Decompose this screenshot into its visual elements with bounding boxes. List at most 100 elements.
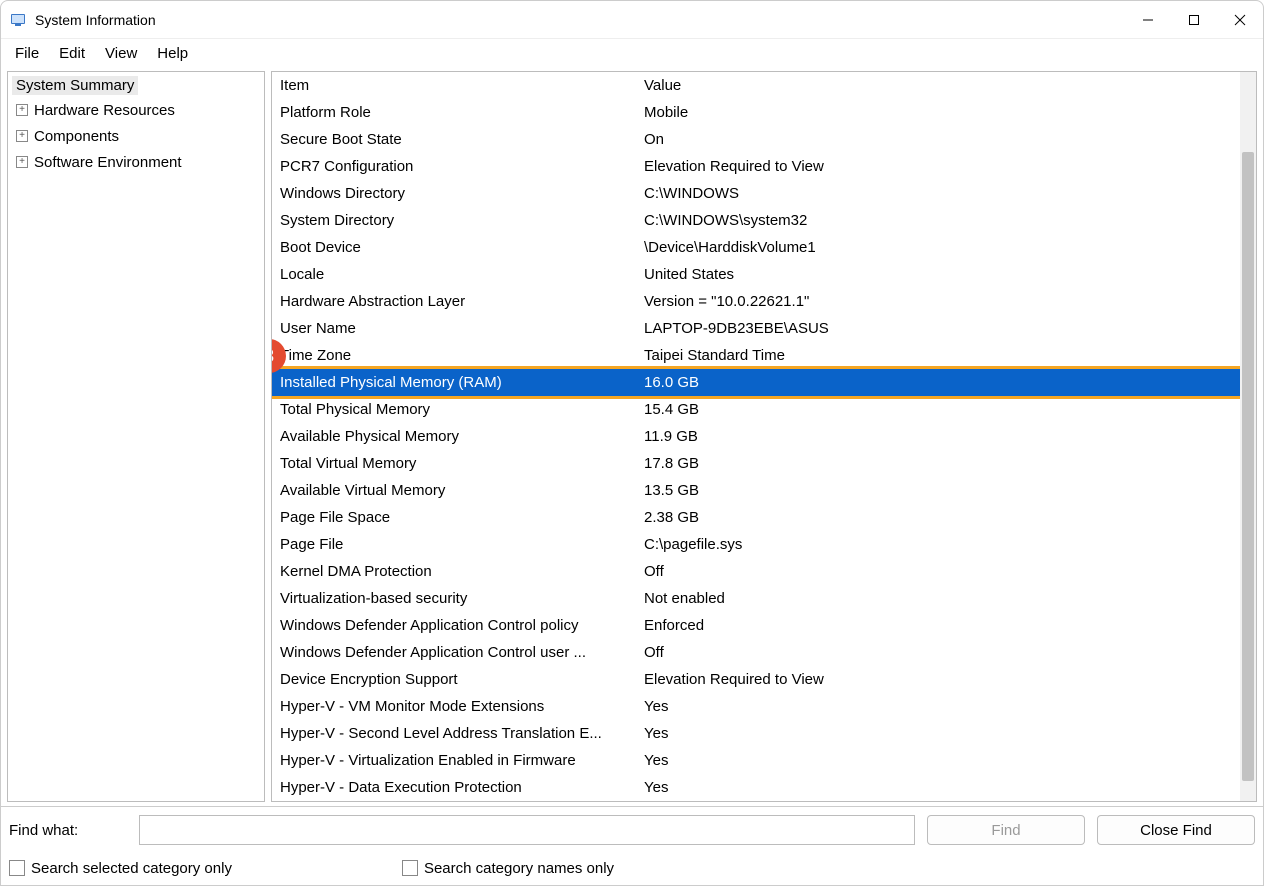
expand-icon[interactable]: + xyxy=(16,104,28,116)
table-row[interactable]: System DirectoryC:\WINDOWS\system32 xyxy=(272,207,1240,234)
table-row[interactable]: Available Virtual Memory13.5 GB xyxy=(272,477,1240,504)
vertical-scrollbar[interactable] xyxy=(1240,72,1256,801)
find-label: Find what: xyxy=(9,822,127,839)
titlebar: System Information xyxy=(1,1,1263,39)
cell-value: Elevation Required to View xyxy=(644,671,1240,688)
tree-item[interactable]: + Software Environment xyxy=(16,149,258,175)
cell-value: Yes xyxy=(644,698,1240,715)
table-row[interactable]: Installed Physical Memory (RAM)16.0 GB xyxy=(272,369,1240,396)
cell-item: Available Physical Memory xyxy=(280,428,644,445)
table-row[interactable]: Kernel DMA ProtectionOff xyxy=(272,558,1240,585)
table-row[interactable]: Page File Space2.38 GB xyxy=(272,504,1240,531)
cell-item: Hyper-V - Data Execution Protection xyxy=(280,779,644,796)
cell-value: Mobile xyxy=(644,104,1240,121)
table-row[interactable]: Hyper-V - Second Level Address Translati… xyxy=(272,720,1240,747)
table-row[interactable]: PCR7 ConfigurationElevation Required to … xyxy=(272,153,1240,180)
cell-item: User Name xyxy=(280,320,644,337)
expand-icon[interactable]: + xyxy=(16,130,28,142)
cell-item: Hardware Abstraction Layer xyxy=(280,293,644,310)
cell-item: Hyper-V - VM Monitor Mode Extensions xyxy=(280,698,644,715)
cell-item: Total Virtual Memory xyxy=(280,455,644,472)
table-row[interactable]: Hyper-V - VM Monitor Mode ExtensionsYes xyxy=(272,693,1240,720)
cell-item: Windows Directory xyxy=(280,185,644,202)
cell-item: Page File Space xyxy=(280,509,644,526)
tree-item[interactable]: +Hardware Resources xyxy=(16,97,258,123)
search-selected-category-checkbox[interactable]: Search selected category only xyxy=(9,860,232,877)
tree-item-label: Software Environment xyxy=(34,154,182,171)
menu-help[interactable]: Help xyxy=(147,41,198,66)
find-bar: Find what: Find Close Find Search select… xyxy=(1,806,1263,885)
menu-edit[interactable]: Edit xyxy=(49,41,95,66)
checkbox-icon xyxy=(9,860,25,876)
table-row[interactable]: Hyper-V - Data Execution ProtectionYes xyxy=(272,774,1240,801)
cell-value: C:\pagefile.sys xyxy=(644,536,1240,553)
window-controls xyxy=(1125,1,1263,38)
cell-value: LAPTOP-9DB23EBE\ASUS xyxy=(644,320,1240,337)
tree-item-label: Components xyxy=(34,128,119,145)
table-row[interactable]: Page FileC:\pagefile.sys xyxy=(272,531,1240,558)
cell-item: Virtualization-based security xyxy=(280,590,644,607)
find-input[interactable] xyxy=(139,815,915,845)
cell-item: Total Physical Memory xyxy=(280,401,644,418)
cell-item: Installed Physical Memory (RAM) xyxy=(280,374,644,391)
table-row[interactable]: Platform RoleMobile xyxy=(272,99,1240,126)
table-row[interactable]: Available Physical Memory11.9 GB xyxy=(272,423,1240,450)
cell-item: Kernel DMA Protection xyxy=(280,563,644,580)
cell-value: 13.5 GB xyxy=(644,482,1240,499)
table-row[interactable]: Total Virtual Memory17.8 GB xyxy=(272,450,1240,477)
close-button[interactable] xyxy=(1217,1,1263,38)
minimize-button[interactable] xyxy=(1125,1,1171,38)
expand-icon[interactable]: + xyxy=(16,156,28,168)
column-header-item[interactable]: Item xyxy=(280,77,644,94)
cell-value: Off xyxy=(644,563,1240,580)
app-icon xyxy=(9,11,27,29)
cell-item: Available Virtual Memory xyxy=(280,482,644,499)
find-button[interactable]: Find xyxy=(927,815,1085,845)
table-row[interactable]: Total Physical Memory15.4 GB xyxy=(272,396,1240,423)
cell-item: Time Zone xyxy=(280,347,644,364)
cell-value: 16.0 GB xyxy=(644,374,1240,391)
menu-file[interactable]: File xyxy=(5,41,49,66)
close-find-button[interactable]: Close Find xyxy=(1097,815,1255,845)
cell-item: System Directory xyxy=(280,212,644,229)
cell-value: Elevation Required to View xyxy=(644,158,1240,175)
cell-value: C:\WINDOWS xyxy=(644,185,1240,202)
table-row[interactable]: Hardware Abstraction LayerVersion = "10.… xyxy=(272,288,1240,315)
cell-value: Yes xyxy=(644,779,1240,796)
cell-value: United States xyxy=(644,266,1240,283)
cell-value: 11.9 GB xyxy=(644,428,1240,445)
menu-view[interactable]: View xyxy=(95,41,147,66)
cell-value: Yes xyxy=(644,752,1240,769)
details-list: 3 Item Value Platform RoleMobileSecure B… xyxy=(271,71,1257,802)
cell-value: Enforced xyxy=(644,617,1240,634)
scrollbar-thumb[interactable] xyxy=(1242,152,1254,781)
cell-item: Hyper-V - Virtualization Enabled in Firm… xyxy=(280,752,644,769)
table-row[interactable]: Secure Boot StateOn xyxy=(272,126,1240,153)
cell-item: Windows Defender Application Control use… xyxy=(280,644,644,661)
table-row[interactable]: Windows DirectoryC:\WINDOWS xyxy=(272,180,1240,207)
table-row[interactable]: Boot Device\Device\HarddiskVolume1 xyxy=(272,234,1240,261)
table-row[interactable]: User NameLAPTOP-9DB23EBE\ASUS xyxy=(272,315,1240,342)
tree-item[interactable]: + Components xyxy=(16,123,258,149)
table-row[interactable]: Virtualization-based securityNot enabled xyxy=(272,585,1240,612)
cell-value: 15.4 GB xyxy=(644,401,1240,418)
cell-value: Off xyxy=(644,644,1240,661)
cell-item: Device Encryption Support xyxy=(280,671,644,688)
search-category-names-checkbox[interactable]: Search category names only xyxy=(402,860,614,877)
table-row[interactable]: Device Encryption SupportElevation Requi… xyxy=(272,666,1240,693)
cell-value: 2.38 GB xyxy=(644,509,1240,526)
maximize-button[interactable] xyxy=(1171,1,1217,38)
table-row[interactable]: Windows Defender Application Control use… xyxy=(272,639,1240,666)
table-row[interactable]: Windows Defender Application Control pol… xyxy=(272,612,1240,639)
cell-item: Hyper-V - Second Level Address Translati… xyxy=(280,725,644,742)
checkbox-icon xyxy=(402,860,418,876)
table-row[interactable]: Hyper-V - Virtualization Enabled in Firm… xyxy=(272,747,1240,774)
cell-item: Boot Device xyxy=(280,239,644,256)
category-tree[interactable]: System Summary +Hardware Resources+Compo… xyxy=(7,71,265,802)
table-row[interactable]: LocaleUnited States xyxy=(272,261,1240,288)
table-row[interactable]: Time ZoneTaipei Standard Time xyxy=(272,342,1240,369)
cell-value: 17.8 GB xyxy=(644,455,1240,472)
column-header-value[interactable]: Value xyxy=(644,77,1240,94)
tree-root-system-summary[interactable]: System Summary xyxy=(12,76,138,95)
cell-value: On xyxy=(644,131,1240,148)
